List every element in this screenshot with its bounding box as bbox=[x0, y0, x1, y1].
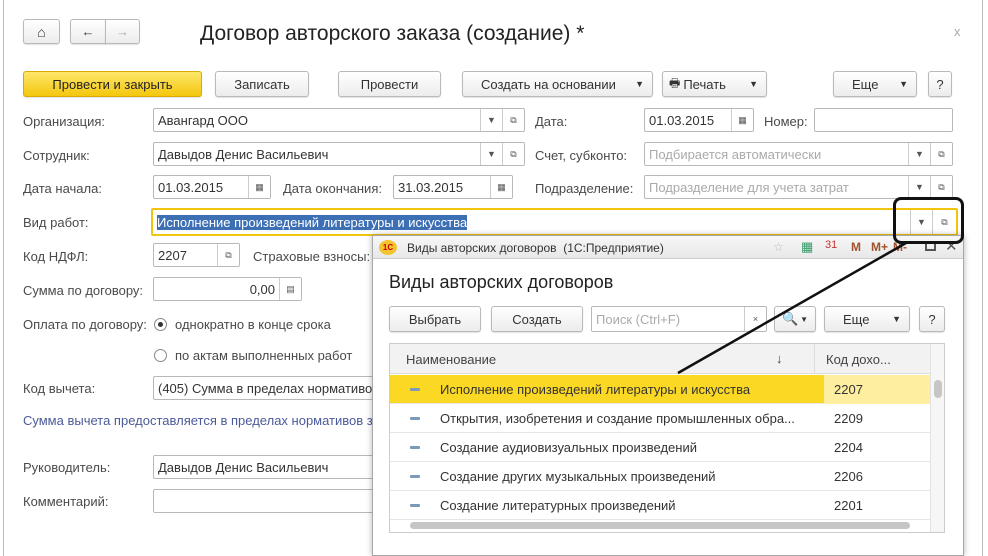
callout-arrow-line bbox=[677, 241, 907, 375]
